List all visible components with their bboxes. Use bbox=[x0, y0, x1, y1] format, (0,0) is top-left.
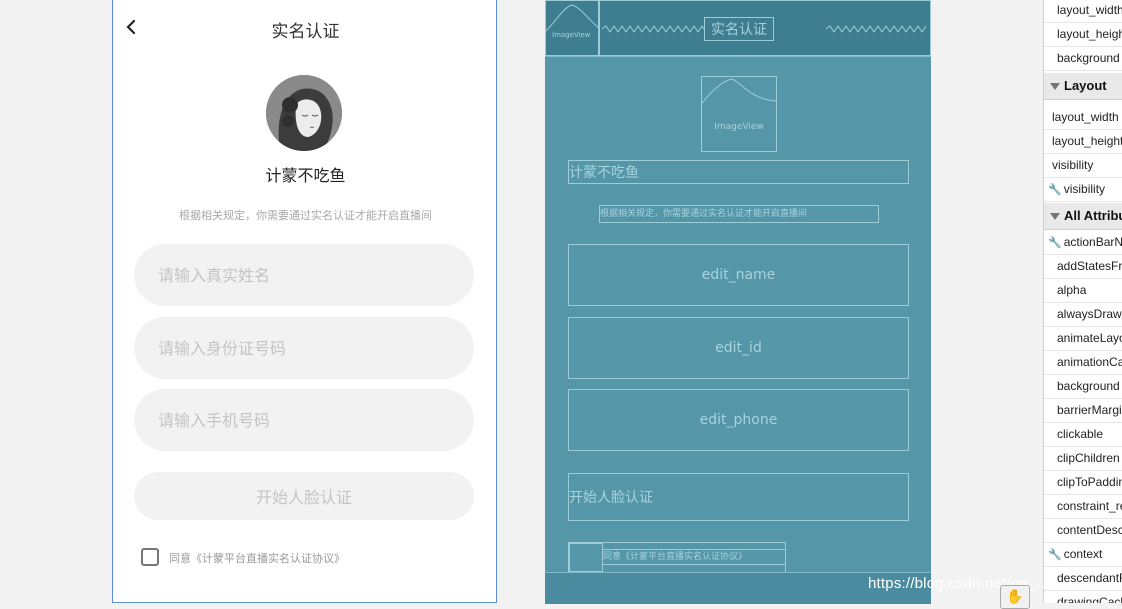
agree-checkbox[interactable] bbox=[141, 548, 159, 566]
blueprint-start-button[interactable]: 开始人脸认证 bbox=[568, 473, 909, 521]
attr-row[interactable]: clickable bbox=[1044, 422, 1122, 447]
wrench-icon: 🔧 bbox=[1048, 237, 1062, 249]
attr-label: animateLayoutChanges bbox=[1057, 331, 1122, 345]
attr-label: clipToPadding bbox=[1057, 475, 1122, 489]
attr-label: alpha bbox=[1057, 283, 1087, 297]
collapse-triangle-icon bbox=[1050, 83, 1060, 91]
attr-row[interactable]: barrierMargin bbox=[1044, 398, 1122, 423]
blueprint-agree-row: 同意《计蒙平台直播实名认证协议》 bbox=[568, 542, 786, 573]
blueprint-view: ImageView 实名认证 ImageView 计蒙不吃鱼 根据相关规定，你需… bbox=[545, 0, 931, 604]
attr-label: background bbox=[1057, 379, 1120, 393]
pan-hand-icon[interactable]: ✋ bbox=[1000, 585, 1030, 609]
attr-row[interactable]: layout_width bbox=[1044, 105, 1122, 130]
attr-label: addStatesFromChildren bbox=[1057, 259, 1122, 273]
attr-label: layout_height bbox=[1057, 27, 1122, 41]
id-number-input[interactable] bbox=[134, 317, 474, 379]
agreement-label: 同意《计蒙平台直播实名认证协议》 bbox=[169, 552, 345, 565]
attr-row[interactable]: 🔧 context bbox=[1044, 542, 1122, 567]
realname-notice: 根据相关规定，你需要通过实名认证才能开启直播间 bbox=[179, 209, 432, 222]
blueprint-toolbar: ImageView 实名认证 bbox=[545, 0, 931, 57]
attr-label: visibility bbox=[1063, 182, 1106, 196]
section-label: All Attributes bbox=[1064, 208, 1122, 223]
attr-label: visibility bbox=[1052, 158, 1094, 172]
avatar bbox=[266, 75, 342, 151]
attr-row[interactable]: 🔧actionBarNavMode bbox=[1044, 230, 1122, 255]
collapse-triangle-icon bbox=[1050, 213, 1060, 221]
attr-row[interactable]: drawingCacheQuality bbox=[1044, 590, 1122, 603]
wrench-icon: 🔧 bbox=[1048, 184, 1062, 196]
all-attributes-section-header[interactable]: All Attributes bbox=[1044, 203, 1122, 230]
attr-label: contentDescription bbox=[1057, 523, 1122, 537]
attr-label: layout_height bbox=[1052, 134, 1122, 148]
attr-row[interactable]: animateLayoutChanges bbox=[1044, 326, 1122, 351]
attr-label: layout_width bbox=[1057, 3, 1122, 17]
attr-label: constraint_referenced_ids bbox=[1057, 499, 1122, 513]
blueprint-agree-text: 同意《计蒙平台直播实名认证协议》 bbox=[602, 549, 786, 565]
layout-section-header[interactable]: Layout bbox=[1044, 73, 1122, 100]
start-face-verification-button[interactable]: 开始人脸认证 bbox=[134, 472, 474, 520]
attr-row[interactable]: layout_width bbox=[1044, 0, 1122, 23]
attr-label: clickable bbox=[1057, 427, 1104, 441]
attr-row[interactable]: clipChildren bbox=[1044, 446, 1122, 471]
blueprint-checkbox[interactable] bbox=[569, 543, 603, 572]
blueprint-edit-name[interactable]: edit_name bbox=[568, 244, 909, 306]
section-label: Layout bbox=[1064, 78, 1107, 93]
attr-label: animationCache bbox=[1057, 355, 1122, 369]
attr-label: descendantFocusability bbox=[1057, 571, 1122, 585]
attr-row[interactable]: clipToPadding bbox=[1044, 470, 1122, 495]
attr-label: context bbox=[1063, 547, 1103, 561]
attr-row[interactable]: animationCache bbox=[1044, 350, 1122, 375]
design-preview: 实名认证 计蒙不吃鱼 根据相关规定，你需要通过实名认证才能开启直播间 开始人脸认… bbox=[112, 0, 497, 603]
blueprint-nickname: 计蒙不吃鱼 bbox=[568, 160, 909, 184]
attr-row[interactable]: background bbox=[1044, 374, 1122, 399]
attr-label: actionBarNavMode bbox=[1063, 235, 1122, 249]
wrench-icon: 🔧 bbox=[1048, 549, 1062, 561]
attr-row[interactable]: layout_height bbox=[1044, 22, 1122, 47]
attr-label: drawingCacheQuality bbox=[1057, 595, 1122, 603]
imageview-label: ImageView bbox=[552, 31, 591, 39]
attr-row[interactable]: 🔧 visibility bbox=[1044, 177, 1122, 202]
nickname-label: 计蒙不吃鱼 bbox=[265, 166, 346, 185]
attr-row[interactable]: alwaysDrawnWithCache bbox=[1044, 302, 1122, 327]
attr-row[interactable]: alpha bbox=[1044, 278, 1122, 303]
attr-label: barrierMargin bbox=[1057, 403, 1122, 417]
attr-row[interactable]: visibility bbox=[1044, 153, 1122, 178]
attr-row[interactable]: descendantFocusability bbox=[1044, 566, 1122, 591]
blueprint-edit-phone[interactable]: edit_phone bbox=[568, 389, 909, 451]
blueprint-title: 实名认证 bbox=[704, 17, 774, 41]
attr-row[interactable]: constraint_referenced_ids bbox=[1044, 494, 1122, 519]
attr-label: clipChildren bbox=[1057, 451, 1120, 465]
name-input[interactable] bbox=[134, 244, 474, 306]
attr-row[interactable]: layout_height bbox=[1044, 129, 1122, 154]
blueprint-title-bar: 实名认证 bbox=[599, 0, 931, 56]
attr-row[interactable]: addStatesFromChildren bbox=[1044, 254, 1122, 279]
imageview-label: ImageView bbox=[714, 122, 764, 132]
blueprint-notice: 根据相关规定，你需要通过实名认证才能开启直播间 bbox=[599, 205, 879, 223]
attr-row[interactable]: background bbox=[1044, 46, 1122, 71]
attributes-panel: layout_width layout_height background La… bbox=[1043, 0, 1122, 603]
blueprint-avatar-imageview[interactable]: ImageView bbox=[701, 76, 777, 152]
page-title: 实名认证 bbox=[271, 22, 340, 42]
blueprint-back-imageview[interactable]: ImageView bbox=[545, 0, 600, 56]
attr-row[interactable]: contentDescription bbox=[1044, 518, 1122, 543]
phone-input[interactable] bbox=[134, 389, 474, 451]
attr-label: layout_width bbox=[1052, 110, 1119, 124]
attr-label: alwaysDrawnWithCache bbox=[1057, 307, 1122, 321]
attr-label: background bbox=[1057, 51, 1120, 65]
blueprint-edit-id[interactable]: edit_id bbox=[568, 317, 909, 379]
